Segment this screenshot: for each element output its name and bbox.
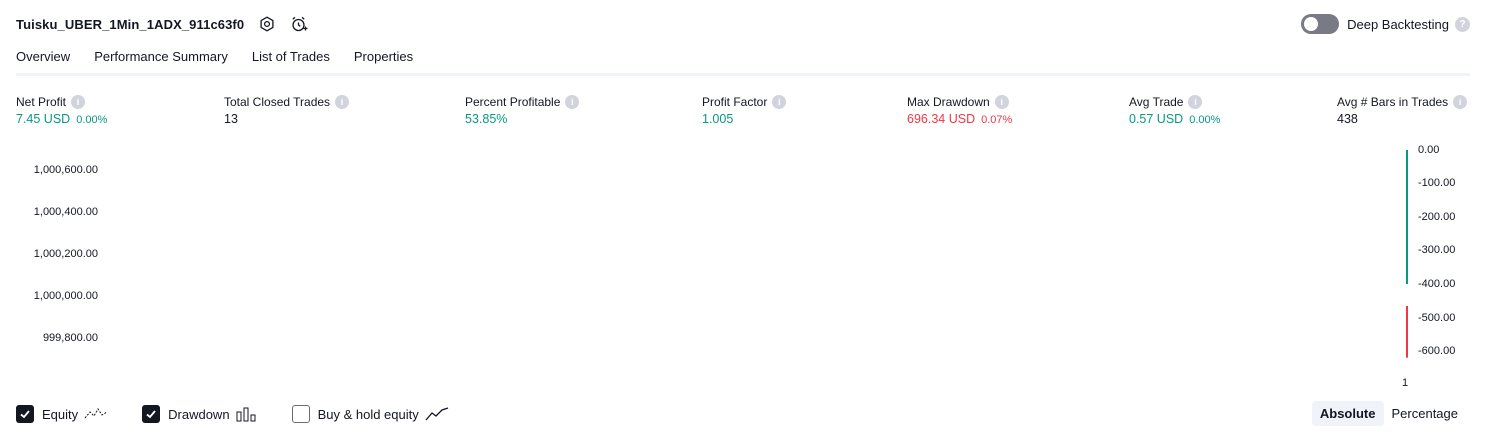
legend-equity[interactable]: Equity <box>16 405 108 423</box>
strategy-tester-panel: Tuisku_UBER_1Min_1ADX_911c63f0 Deep Back… <box>0 0 1486 438</box>
info-icon[interactable]: i <box>1453 95 1468 109</box>
metric-value: 0.57 USD <box>1129 112 1184 126</box>
buy-hold-line-icon <box>425 406 449 422</box>
metric-label: Avg Trade <box>1129 95 1184 109</box>
metric-percent: 0.00% <box>1189 114 1221 126</box>
drawdown-checkbox[interactable] <box>142 405 161 423</box>
tab-divider <box>16 73 1470 76</box>
strategy-title: Tuisku_UBER_1Min_1ADX_911c63f0 <box>16 16 245 32</box>
equity-line-icon <box>84 406 108 422</box>
help-icon[interactable]: ? <box>1455 16 1470 32</box>
metric-label: Net Profit <box>16 95 67 109</box>
legend-buy-hold[interactable]: Buy & hold equity <box>291 405 449 423</box>
tab-performance-summary[interactable]: Performance Summary <box>94 46 228 76</box>
metric-label: Total Closed Trades <box>224 95 331 109</box>
metric-percent-profitable: Percent Profitable i 53.85% <box>465 94 580 128</box>
metric-value: 1.005 <box>702 112 734 126</box>
drawdown-bars-icon <box>236 406 258 422</box>
metric-value: 438 <box>1337 112 1358 126</box>
metric-label: Max Drawdown <box>907 95 990 109</box>
info-icon[interactable]: i <box>1188 95 1203 109</box>
chart-legend: Equity Drawdown Buy & hold equity <box>16 403 483 425</box>
tab-list-of-trades[interactable]: List of Trades <box>252 46 330 76</box>
metric-value: 53.85% <box>465 112 508 126</box>
info-icon[interactable]: i <box>335 95 350 109</box>
metric-avg-trade: Avg Trade i 0.57 USD 0.00% <box>1129 94 1220 128</box>
x-axis-tick: 1 <box>1402 377 1409 389</box>
metric-total-closed-trades: Total Closed Trades i 13 <box>224 94 350 128</box>
metric-value: 696.34 USD <box>907 112 976 126</box>
tab-overview[interactable]: Overview <box>16 46 71 76</box>
metric-label: Profit Factor <box>702 95 768 109</box>
tab-bar: Overview Performance Summary List of Tra… <box>16 46 437 76</box>
deep-backtesting-label: Deep Backtesting <box>1347 16 1449 32</box>
gear-icon[interactable] <box>258 15 276 33</box>
metric-label: Avg # Bars in Trades <box>1337 95 1449 109</box>
equity-label: Equity <box>42 406 79 422</box>
equity-drawdown-chart[interactable]: 1,000,600.00 1,000,400.00 1,000,200.00 1… <box>0 140 1486 395</box>
metric-max-drawdown: Max Drawdown i 696.34 USD 0.07% <box>907 94 1012 128</box>
drawdown-bars <box>1406 150 1408 358</box>
metric-percent: 0.07% <box>981 114 1013 126</box>
metric-avg-bars: Avg # Bars in Trades i 438 <box>1337 94 1468 128</box>
buy-hold-label: Buy & hold equity <box>317 406 419 422</box>
absolute-button[interactable]: Absolute <box>1311 401 1384 426</box>
info-icon[interactable]: i <box>994 95 1009 109</box>
tab-properties[interactable]: Properties <box>354 46 413 76</box>
percentage-button[interactable]: Percentage <box>1384 401 1467 426</box>
metric-net-profit: Net Profit i 7.45 USD 0.00% <box>16 94 107 128</box>
toggle-knob <box>1304 17 1319 31</box>
value-mode-toggle: Absolute Percentage <box>1311 401 1467 426</box>
strategy-header: Tuisku_UBER_1Min_1ADX_911c63f0 <box>16 12 308 36</box>
buy-hold-checkbox[interactable] <box>291 405 310 423</box>
info-icon[interactable]: i <box>71 95 86 109</box>
metric-percent: 0.00% <box>76 114 108 126</box>
metric-value: 13 <box>224 112 238 126</box>
metric-profit-factor: Profit Factor i 1.005 <box>702 94 787 128</box>
info-icon[interactable]: i <box>565 95 580 109</box>
metric-label: Percent Profitable <box>465 95 561 109</box>
legend-drawdown[interactable]: Drawdown <box>142 405 257 423</box>
info-icon[interactable]: i <box>772 95 787 109</box>
drawdown-label: Drawdown <box>168 406 230 422</box>
deep-backtesting-toggle[interactable] <box>1301 14 1340 34</box>
metric-value: 7.45 USD <box>16 112 71 126</box>
alarm-clock-plus-icon[interactable] <box>290 15 308 33</box>
equity-checkbox[interactable] <box>16 405 34 423</box>
deep-backtesting-control: Deep Backtesting ? <box>1301 14 1470 34</box>
